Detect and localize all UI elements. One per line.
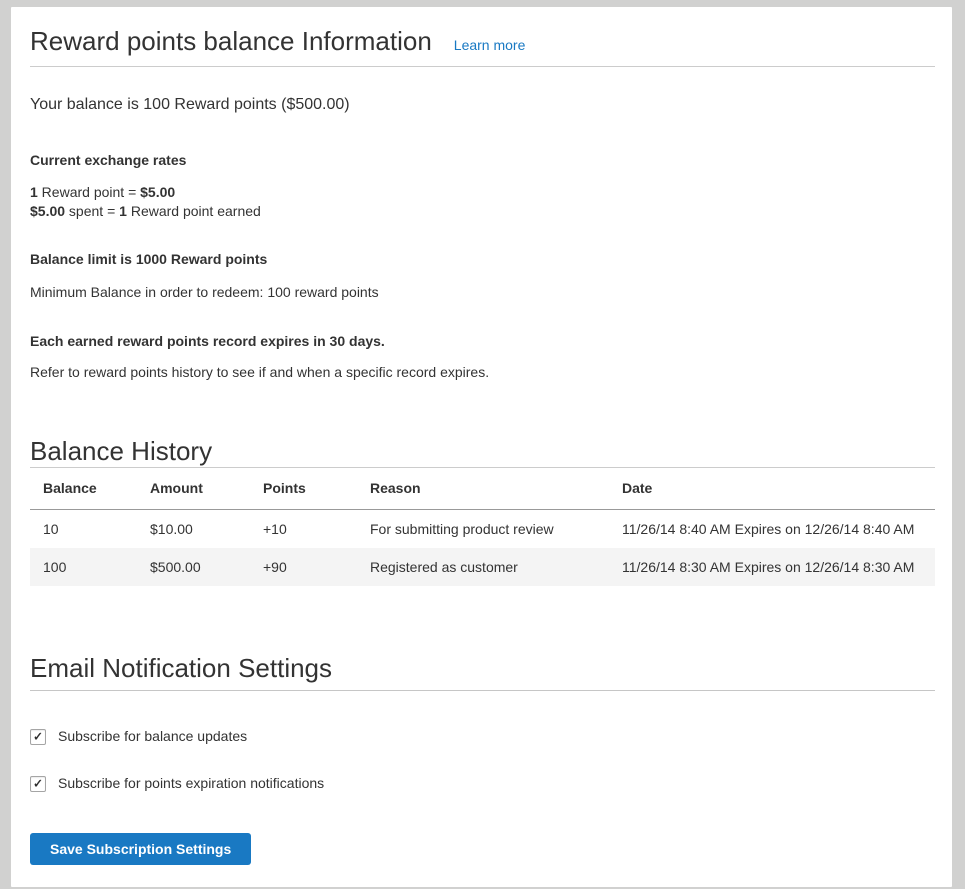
- exchange-rate-line-1: 1 Reward point = $5.00: [30, 183, 935, 202]
- balance-history-table: Balance Amount Points Reason Date 10 $10…: [30, 467, 935, 586]
- email-notification-section: Email Notification Settings ✓ Subscribe …: [30, 652, 935, 865]
- save-subscription-settings-button[interactable]: Save Subscription Settings: [30, 833, 251, 865]
- cell-points: +10: [250, 510, 357, 549]
- exchange-line2-amount: $5.00: [30, 203, 65, 219]
- points-expiration-label[interactable]: Subscribe for points expiration notifica…: [58, 775, 324, 792]
- balance-summary: Your balance is 100 Reward points ($500.…: [30, 94, 935, 116]
- exchange-line1-text: Reward point =: [38, 184, 140, 200]
- learn-more-link[interactable]: Learn more: [454, 37, 526, 53]
- exchange-rates-heading: Current exchange rates: [30, 152, 935, 169]
- cell-date: 11/26/14 8:40 AM Expires on 12/26/14 8:4…: [609, 510, 935, 549]
- cell-amount: $500.00: [137, 548, 250, 586]
- column-header-amount: Amount: [137, 468, 250, 510]
- column-header-reason: Reason: [357, 468, 609, 510]
- balance-limit-text: Balance limit is 1000 Reward points: [30, 251, 935, 268]
- points-expiration-checkbox[interactable]: ✓: [30, 776, 46, 792]
- balance-updates-label[interactable]: Subscribe for balance updates: [58, 728, 247, 745]
- checkmark-icon: ✓: [33, 777, 43, 789]
- balance-updates-checkbox[interactable]: ✓: [30, 729, 46, 745]
- column-header-date: Date: [609, 468, 935, 510]
- page-header: Reward points balance Information Learn …: [30, 26, 935, 56]
- table-header-row: Balance Amount Points Reason Date: [30, 468, 935, 510]
- cell-points: +90: [250, 548, 357, 586]
- table-row: 100 $500.00 +90 Registered as customer 1…: [30, 548, 935, 586]
- exchange-line2-text2: Reward point earned: [127, 203, 261, 219]
- balance-history-section: Balance History Balance Amount Points Re…: [30, 435, 935, 586]
- reward-points-card: Reward points balance Information Learn …: [11, 7, 952, 887]
- cell-balance: 10: [30, 510, 137, 549]
- exchange-rate-line-2: $5.00 spent = 1 Reward point earned: [30, 202, 935, 221]
- expiry-rule-text: Each earned reward points record expires…: [30, 333, 935, 350]
- balance-updates-option: ✓ Subscribe for balance updates: [30, 728, 935, 745]
- checkmark-icon: ✓: [33, 730, 43, 742]
- table-row: 10 $10.00 +10 For submitting product rev…: [30, 510, 935, 549]
- minimum-balance-text: Minimum Balance in order to redeem: 100 …: [30, 284, 935, 301]
- email-settings-heading: Email Notification Settings: [30, 652, 935, 684]
- expiry-note-text: Refer to reward points history to see if…: [30, 364, 935, 381]
- cell-reason: Registered as customer: [357, 548, 609, 586]
- exchange-line2-points: 1: [119, 203, 127, 219]
- exchange-line1-points: 1: [30, 184, 38, 200]
- email-settings-divider: [30, 690, 935, 691]
- header-divider: [30, 66, 935, 67]
- column-header-points: Points: [250, 468, 357, 510]
- exchange-line2-text: spent =: [65, 203, 119, 219]
- points-expiration-option: ✓ Subscribe for points expiration notifi…: [30, 775, 935, 792]
- cell-date: 11/26/14 8:30 AM Expires on 12/26/14 8:3…: [609, 548, 935, 586]
- page-title: Reward points balance Information: [30, 26, 432, 56]
- exchange-line1-amount: $5.00: [140, 184, 175, 200]
- cell-reason: For submitting product review: [357, 510, 609, 549]
- cell-amount: $10.00: [137, 510, 250, 549]
- cell-balance: 100: [30, 548, 137, 586]
- column-header-balance: Balance: [30, 468, 137, 510]
- balance-history-heading: Balance History: [30, 435, 935, 467]
- exchange-rates-lines: 1 Reward point = $5.00 $5.00 spent = 1 R…: [30, 183, 935, 221]
